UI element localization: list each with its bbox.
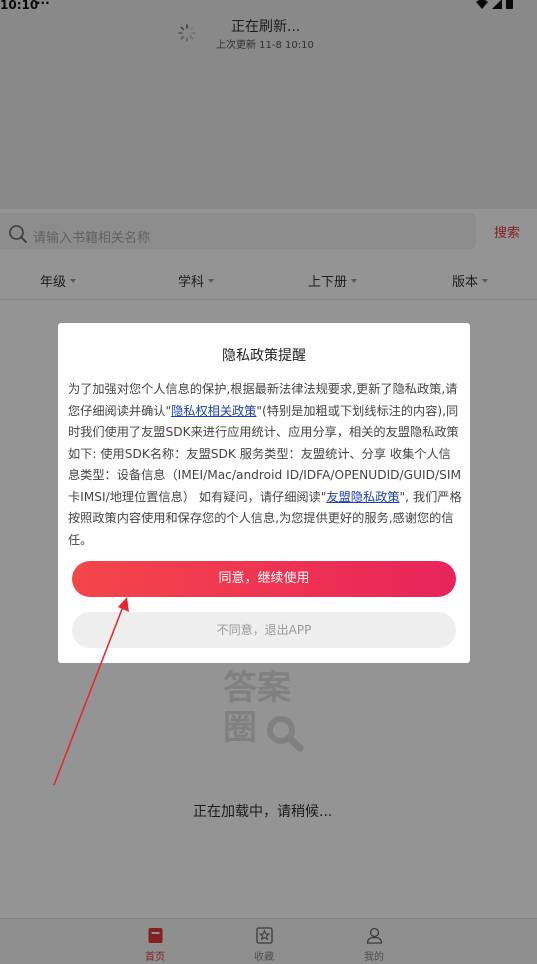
dialog-title: 隐私政策提醒	[222, 348, 306, 364]
dialog-body: 为了加强对您个人信息的保护,根据最新法律法规要求,更新了隐私政策,请您仔细阅读并…	[68, 379, 462, 551]
agree-button[interactable]: 同意，继续使用	[72, 561, 456, 597]
disagree-button[interactable]: 不同意，退出APP	[72, 612, 456, 648]
body-text: "(特别是加粗或下划线标注的内容),同时我们使用了友盟SDK来进行应用统计、应用…	[68, 403, 461, 504]
privacy-policy-link[interactable]: 隐私权相关政策	[171, 404, 256, 418]
privacy-policy-dialog: 隐私政策提醒 为了加强对您个人信息的保护,根据最新法律法规要求,更新了隐私政策,…	[58, 323, 470, 663]
umeng-privacy-link[interactable]: 友盟隐私政策	[326, 490, 399, 504]
